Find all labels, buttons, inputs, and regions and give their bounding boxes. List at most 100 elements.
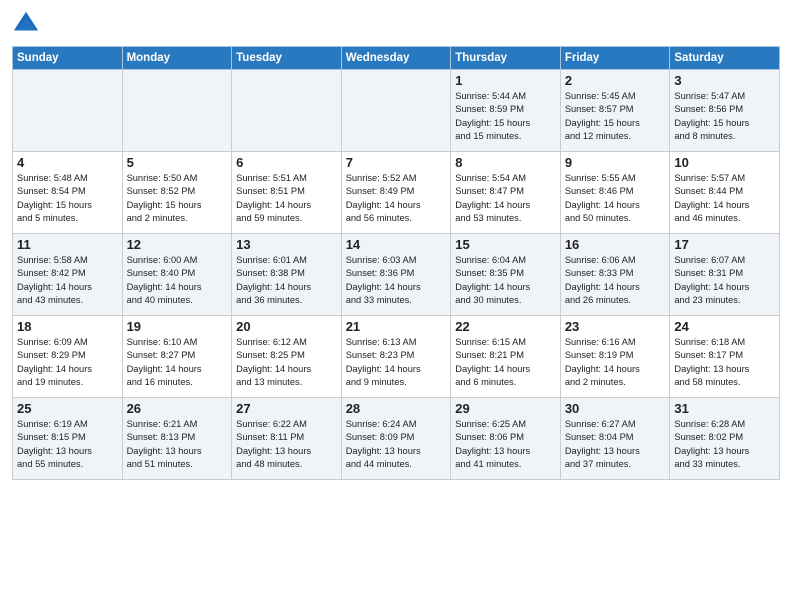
day-info: Sunrise: 5:58 AM Sunset: 8:42 PM Dayligh… (17, 254, 118, 308)
day-number: 11 (17, 237, 118, 252)
day-info: Sunrise: 6:03 AM Sunset: 8:36 PM Dayligh… (346, 254, 447, 308)
day-info: Sunrise: 6:19 AM Sunset: 8:15 PM Dayligh… (17, 418, 118, 472)
day-number: 4 (17, 155, 118, 170)
header-cell-sunday: Sunday (13, 47, 123, 70)
header-cell-thursday: Thursday (451, 47, 561, 70)
day-number: 15 (455, 237, 556, 252)
logo-icon (12, 10, 40, 38)
day-cell: 3 Sunrise: 5:47 AM Sunset: 8:56 PM Daylig… (670, 70, 780, 152)
day-cell: 2 Sunrise: 5:45 AM Sunset: 8:57 PM Daylig… (560, 70, 670, 152)
header-cell-saturday: Saturday (670, 47, 780, 70)
day-number: 3 (674, 73, 775, 88)
day-number: 10 (674, 155, 775, 170)
day-cell: 24Sunrise: 6:18 AM Sunset: 8:17 PM Dayli… (670, 316, 780, 398)
logo (12, 10, 44, 38)
week-row-1: 1Sunrise: 5:44 AM Sunset: 8:59 PM Daylig… (13, 70, 780, 152)
day-cell: 11 Sunrise: 5:58 AM Sunset: 8:42 PM Dayli… (13, 234, 123, 316)
week-row-5: 25 Sunrise: 6:19 AM Sunset: 8:15 PM Dayli… (13, 398, 780, 480)
day-info: Sunrise: 6:18 AM Sunset: 8:17 PM Dayligh… (674, 336, 775, 390)
day-cell: 13Sunrise: 6:01 AM Sunset: 8:38 PM Dayli… (232, 234, 342, 316)
day-info: Sunrise: 5:55 AM Sunset: 8:46 PM Dayligh… (565, 172, 666, 226)
day-info: Sunrise: 5:57 AM Sunset: 8:44 PM Dayligh… (674, 172, 775, 226)
day-cell: 22 Sunrise: 6:15 AM Sunset: 8:21 PM Dayli… (451, 316, 561, 398)
day-cell: 23Sunrise: 6:16 AM Sunset: 8:19 PM Dayli… (560, 316, 670, 398)
day-number: 29 (455, 401, 556, 416)
day-cell: 4 Sunrise: 5:48 AM Sunset: 8:54 PM Daylig… (13, 152, 123, 234)
day-cell: 30 Sunrise: 6:27 AM Sunset: 8:04 PM Dayli… (560, 398, 670, 480)
day-info: Sunrise: 6:00 AM Sunset: 8:40 PM Dayligh… (127, 254, 228, 308)
day-cell: 8 Sunrise: 5:54 AM Sunset: 8:47 PM Daylig… (451, 152, 561, 234)
day-info: Sunrise: 5:50 AM Sunset: 8:52 PM Dayligh… (127, 172, 228, 226)
day-info: Sunrise: 5:45 AM Sunset: 8:57 PM Dayligh… (565, 90, 666, 144)
day-info: Sunrise: 6:28 AM Sunset: 8:02 PM Dayligh… (674, 418, 775, 472)
day-number: 7 (346, 155, 447, 170)
day-cell: 29Sunrise: 6:25 AM Sunset: 8:06 PM Dayli… (451, 398, 561, 480)
day-cell (13, 70, 123, 152)
header (12, 10, 780, 38)
day-number: 2 (565, 73, 666, 88)
day-cell: 17 Sunrise: 6:07 AM Sunset: 8:31 PM Dayli… (670, 234, 780, 316)
day-info: Sunrise: 6:24 AM Sunset: 8:09 PM Dayligh… (346, 418, 447, 472)
day-number: 19 (127, 319, 228, 334)
day-cell: 7 Sunrise: 5:52 AM Sunset: 8:49 PM Daylig… (341, 152, 451, 234)
day-info: Sunrise: 6:15 AM Sunset: 8:21 PM Dayligh… (455, 336, 556, 390)
day-info: Sunrise: 6:10 AM Sunset: 8:27 PM Dayligh… (127, 336, 228, 390)
day-number: 1 (455, 73, 556, 88)
header-cell-monday: Monday (122, 47, 232, 70)
day-number: 30 (565, 401, 666, 416)
day-number: 21 (346, 319, 447, 334)
day-number: 28 (346, 401, 447, 416)
day-cell (122, 70, 232, 152)
day-info: Sunrise: 6:16 AM Sunset: 8:19 PM Dayligh… (565, 336, 666, 390)
day-number: 12 (127, 237, 228, 252)
day-info: Sunrise: 5:51 AM Sunset: 8:51 PM Dayligh… (236, 172, 337, 226)
day-number: 31 (674, 401, 775, 416)
day-cell: 6 Sunrise: 5:51 AM Sunset: 8:51 PM Daylig… (232, 152, 342, 234)
day-info: Sunrise: 6:27 AM Sunset: 8:04 PM Dayligh… (565, 418, 666, 472)
day-info: Sunrise: 6:04 AM Sunset: 8:35 PM Dayligh… (455, 254, 556, 308)
day-cell: 21 Sunrise: 6:13 AM Sunset: 8:23 PM Dayli… (341, 316, 451, 398)
day-cell: 31 Sunrise: 6:28 AM Sunset: 8:02 PM Dayli… (670, 398, 780, 480)
day-info: Sunrise: 6:09 AM Sunset: 8:29 PM Dayligh… (17, 336, 118, 390)
day-cell: 26Sunrise: 6:21 AM Sunset: 8:13 PM Dayli… (122, 398, 232, 480)
day-cell: 19 Sunrise: 6:10 AM Sunset: 8:27 PM Dayli… (122, 316, 232, 398)
day-number: 9 (565, 155, 666, 170)
day-cell: 14 Sunrise: 6:03 AM Sunset: 8:36 PM Dayli… (341, 234, 451, 316)
header-row: SundayMondayTuesdayWednesdayThursdayFrid… (13, 47, 780, 70)
day-info: Sunrise: 6:21 AM Sunset: 8:13 PM Dayligh… (127, 418, 228, 472)
day-number: 8 (455, 155, 556, 170)
main-container: SundayMondayTuesdayWednesdayThursdayFrid… (0, 0, 792, 488)
day-info: Sunrise: 6:13 AM Sunset: 8:23 PM Dayligh… (346, 336, 447, 390)
day-info: Sunrise: 5:48 AM Sunset: 8:54 PM Dayligh… (17, 172, 118, 226)
day-cell (232, 70, 342, 152)
day-info: Sunrise: 6:12 AM Sunset: 8:25 PM Dayligh… (236, 336, 337, 390)
day-number: 25 (17, 401, 118, 416)
day-cell: 1Sunrise: 5:44 AM Sunset: 8:59 PM Daylig… (451, 70, 561, 152)
day-info: Sunrise: 6:22 AM Sunset: 8:11 PM Dayligh… (236, 418, 337, 472)
day-number: 20 (236, 319, 337, 334)
day-number: 14 (346, 237, 447, 252)
day-info: Sunrise: 5:52 AM Sunset: 8:49 PM Dayligh… (346, 172, 447, 226)
day-number: 22 (455, 319, 556, 334)
day-number: 6 (236, 155, 337, 170)
day-cell: 16Sunrise: 6:06 AM Sunset: 8:33 PM Dayli… (560, 234, 670, 316)
day-cell: 9 Sunrise: 5:55 AM Sunset: 8:46 PM Daylig… (560, 152, 670, 234)
day-cell (341, 70, 451, 152)
day-cell: 5Sunrise: 5:50 AM Sunset: 8:52 PM Daylig… (122, 152, 232, 234)
day-info: Sunrise: 6:01 AM Sunset: 8:38 PM Dayligh… (236, 254, 337, 308)
day-cell: 27 Sunrise: 6:22 AM Sunset: 8:11 PM Dayli… (232, 398, 342, 480)
day-info: Sunrise: 5:47 AM Sunset: 8:56 PM Dayligh… (674, 90, 775, 144)
day-cell: 12 Sunrise: 6:00 AM Sunset: 8:40 PM Dayli… (122, 234, 232, 316)
day-cell: 15 Sunrise: 6:04 AM Sunset: 8:35 PM Dayli… (451, 234, 561, 316)
header-cell-friday: Friday (560, 47, 670, 70)
day-number: 18 (17, 319, 118, 334)
day-cell: 20 Sunrise: 6:12 AM Sunset: 8:25 PM Dayli… (232, 316, 342, 398)
week-row-2: 4 Sunrise: 5:48 AM Sunset: 8:54 PM Daylig… (13, 152, 780, 234)
day-number: 27 (236, 401, 337, 416)
day-info: Sunrise: 5:54 AM Sunset: 8:47 PM Dayligh… (455, 172, 556, 226)
day-cell: 18 Sunrise: 6:09 AM Sunset: 8:29 PM Dayli… (13, 316, 123, 398)
day-cell: 28 Sunrise: 6:24 AM Sunset: 8:09 PM Dayli… (341, 398, 451, 480)
day-number: 17 (674, 237, 775, 252)
day-cell: 10 Sunrise: 5:57 AM Sunset: 8:44 PM Dayli… (670, 152, 780, 234)
day-info: Sunrise: 6:07 AM Sunset: 8:31 PM Dayligh… (674, 254, 775, 308)
